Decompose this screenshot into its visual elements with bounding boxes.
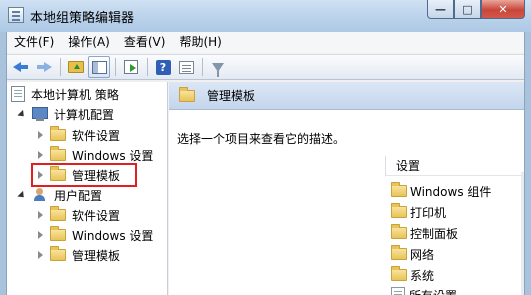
expand-toggle-icon[interactable] xyxy=(35,150,45,160)
up-button[interactable] xyxy=(65,56,87,78)
folder-icon xyxy=(50,206,66,221)
expand-toggle-icon[interactable] xyxy=(35,250,45,260)
filter-icon xyxy=(212,62,224,77)
tree-item-label: 计算机配置 xyxy=(54,107,115,122)
expand-toggle-icon[interactable] xyxy=(35,210,45,220)
expand-toggle-icon[interactable] xyxy=(35,230,45,240)
minimize-button[interactable]: — xyxy=(427,0,454,19)
tree-item-user-windows-settings[interactable]: Windows 设置 xyxy=(35,225,153,245)
window-title: 本地组策略编辑器 xyxy=(30,11,135,26)
list-item-label: 所有设置 xyxy=(409,287,457,295)
expand-toggle-icon[interactable] xyxy=(17,190,27,200)
folder-icon xyxy=(391,182,407,197)
tree-item-user-software-settings[interactable]: 软件设置 xyxy=(35,205,120,225)
tree-item-label: 软件设置 xyxy=(72,128,121,143)
list-item-label: 网络 xyxy=(410,247,435,262)
maximize-button[interactable]: □ xyxy=(454,0,481,19)
list-item[interactable]: 所有设置 xyxy=(391,285,457,295)
tree-pane: 本地计算机 策略 计算机配置 软件设置 Windows 设置 管理模板 用户配置 xyxy=(7,82,168,295)
folder-icon xyxy=(50,246,66,261)
help-icon: ? xyxy=(155,59,171,75)
folder-icon xyxy=(50,126,66,141)
column-header-settings[interactable]: 设置 xyxy=(385,156,524,176)
export-list-button[interactable] xyxy=(120,56,142,78)
properties-button[interactable] xyxy=(175,56,197,78)
tree-item-label: 管理模板 xyxy=(72,248,121,263)
policy-editor-icon xyxy=(8,7,24,23)
details-pane: 管理模板 选择一个项目来查看它的描述。 设置 Windows 组件 打印机 控制… xyxy=(169,82,524,295)
expand-toggle-icon[interactable] xyxy=(17,109,27,119)
expand-toggle-icon[interactable] xyxy=(35,130,45,140)
back-icon xyxy=(13,62,29,72)
details-header-title: 管理模板 xyxy=(207,89,256,103)
list-item[interactable]: 打印机 xyxy=(391,202,446,222)
menu-help[interactable]: 帮助(H) xyxy=(172,32,228,53)
folder-icon xyxy=(50,146,66,161)
scrollbar[interactable] xyxy=(521,172,524,295)
close-button[interactable]: ✕ xyxy=(481,0,525,19)
list-item-label: Windows 组件 xyxy=(410,184,492,199)
details-header: 管理模板 xyxy=(169,82,524,110)
show-hide-tree-icon xyxy=(91,60,107,74)
window-body: 文件(F) 操作(A) 查看(V) 帮助(H) ? 本地计算机 策略 计算机配置 xyxy=(6,32,525,295)
folder-icon xyxy=(50,226,66,241)
menu-view[interactable]: 查看(V) xyxy=(117,32,173,53)
toolbar: ? xyxy=(7,54,524,80)
list-item-label: 系统 xyxy=(410,268,435,283)
tree-item-user-admin-templates[interactable]: 管理模板 xyxy=(35,245,120,265)
show-hide-tree-button[interactable] xyxy=(88,56,110,78)
user-icon xyxy=(32,188,48,202)
tree-item-user-config[interactable]: 用户配置 xyxy=(17,185,102,205)
folder-icon xyxy=(391,266,407,281)
list-item-label: 控制面板 xyxy=(410,226,459,241)
toolbar-separator xyxy=(115,58,116,76)
list-item-label: 打印机 xyxy=(410,205,447,220)
selection-highlight xyxy=(31,163,137,187)
description-text: 选择一个项目来查看它的描述。 xyxy=(177,132,346,146)
folder-icon xyxy=(179,86,195,102)
list-item[interactable]: 网络 xyxy=(391,244,434,264)
tree-item-software-settings[interactable]: 软件设置 xyxy=(35,125,120,145)
menu-file[interactable]: 文件(F) xyxy=(7,32,61,53)
tree-item-label: 用户配置 xyxy=(54,188,103,203)
tree-item-label: Windows 设置 xyxy=(72,148,154,163)
computer-icon xyxy=(32,107,48,121)
tree-root-label: 本地计算机 策略 xyxy=(31,87,119,102)
export-list-icon xyxy=(124,60,138,74)
tree-item-windows-settings[interactable]: Windows 设置 xyxy=(35,145,153,165)
toolbar-separator xyxy=(202,58,203,76)
forward-button[interactable] xyxy=(33,56,55,78)
up-folder-icon xyxy=(68,61,84,73)
menu-bar: 文件(F) 操作(A) 查看(V) 帮助(H) xyxy=(7,32,524,53)
tree-item-label: 软件设置 xyxy=(72,208,121,223)
policy-document-icon xyxy=(11,86,25,102)
window-controls: — □ ✕ xyxy=(427,0,525,20)
list-item[interactable]: 控制面板 xyxy=(391,223,458,243)
list-item[interactable]: Windows 组件 xyxy=(391,181,491,201)
forward-icon xyxy=(36,62,52,72)
title-bar: 本地组策略编辑器 — □ ✕ xyxy=(0,0,531,32)
properties-icon xyxy=(178,60,194,74)
list-item[interactable]: 系统 xyxy=(391,265,434,285)
tree-item-computer-config[interactable]: 计算机配置 xyxy=(17,104,114,124)
all-settings-icon xyxy=(391,287,405,295)
folder-icon xyxy=(391,203,407,218)
tree-root[interactable]: 本地计算机 策略 xyxy=(11,84,119,104)
menu-action[interactable]: 操作(A) xyxy=(61,32,117,53)
folder-icon xyxy=(391,224,407,239)
filter-button[interactable] xyxy=(207,56,229,78)
help-button[interactable]: ? xyxy=(152,56,174,78)
tree-item-label: Windows 设置 xyxy=(72,228,154,243)
folder-icon xyxy=(391,245,407,260)
back-button[interactable] xyxy=(10,56,32,78)
toolbar-separator xyxy=(147,58,148,76)
toolbar-separator xyxy=(60,58,61,76)
